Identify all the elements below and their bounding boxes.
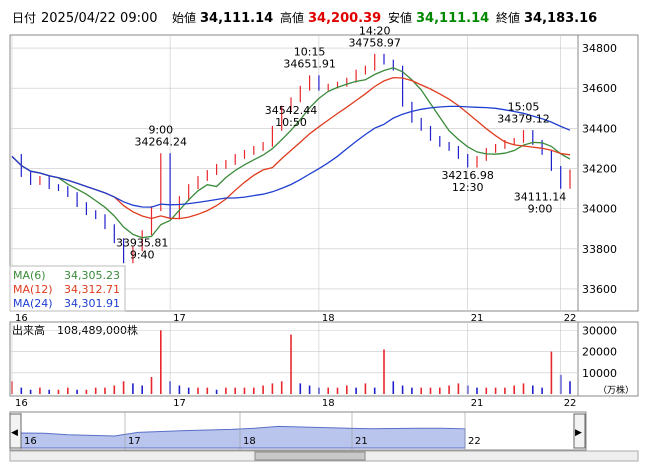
volume-unit: （万株） bbox=[598, 384, 634, 396]
low-value: 34,111.14 bbox=[416, 11, 489, 26]
annotation-label: 34758.97 bbox=[348, 36, 401, 49]
overview-day-label: 17 bbox=[128, 436, 141, 447]
open-label: 始値 bbox=[172, 10, 196, 25]
ma24-label: MA(24) bbox=[13, 297, 53, 310]
stock-chart-window: 日付 2025/04/22 09:00 始値 34,111.14 高値 34,2… bbox=[0, 0, 653, 470]
ma12-label: MA(12) bbox=[13, 283, 53, 296]
datetime-value: 2025/04/22 09:00 bbox=[41, 11, 158, 26]
right-arrow-icon: ▶ bbox=[575, 428, 582, 438]
ma6-label: MA(6) bbox=[13, 269, 46, 282]
volume-day-label: 17 bbox=[173, 398, 186, 409]
date-label: 日付 bbox=[12, 11, 36, 25]
y-tick-label: 34600 bbox=[582, 82, 617, 95]
volume-day-label: 16 bbox=[15, 398, 28, 409]
volume-tick-label: 20000 bbox=[582, 346, 617, 359]
volume-tick-label: 10000 bbox=[582, 367, 617, 380]
overview-day-label: 22 bbox=[468, 436, 481, 447]
y-tick-label: 34200 bbox=[582, 162, 617, 175]
volume-day-label: 21 bbox=[471, 398, 484, 409]
annotation-label: 34651.91 bbox=[283, 58, 336, 71]
y-tick-label: 33800 bbox=[582, 243, 617, 256]
left-arrow-icon: ◀ bbox=[11, 428, 18, 438]
chart-canvas: 日付 2025/04/22 09:00 始値 34,111.14 高値 34,2… bbox=[9, 10, 639, 462]
annotation-label: 12:30 bbox=[452, 181, 484, 194]
scrollbar-thumb[interactable] bbox=[254, 451, 366, 461]
y-tick-label: 34000 bbox=[582, 203, 617, 216]
high-label: 高値 bbox=[280, 10, 304, 25]
ohlc-header: 日付 2025/04/22 09:00 始値 34,111.14 高値 34,2… bbox=[12, 10, 597, 26]
overview-day-label: 18 bbox=[243, 436, 256, 447]
volume-label: 出来高 bbox=[12, 323, 45, 337]
overview-day-label: 16 bbox=[24, 436, 37, 447]
annotation-label: 10:50 bbox=[275, 116, 307, 129]
ma-legend: MA(6) 34,305.23 MA(12) 34,312.71 MA(24) … bbox=[9, 265, 126, 312]
volume-day-label: 22 bbox=[564, 398, 577, 409]
overview-day-label: 21 bbox=[355, 436, 368, 447]
y-tick-label: 34800 bbox=[582, 42, 617, 55]
volume-day-label: 18 bbox=[322, 398, 335, 409]
close-value: 34,183.16 bbox=[524, 11, 597, 26]
open-value: 34,111.14 bbox=[200, 11, 273, 26]
annotation-label: 34379.12 bbox=[497, 113, 550, 126]
ma24-value: 34,301.91 bbox=[64, 297, 120, 310]
y-tick-label: 34400 bbox=[582, 122, 617, 135]
annotation-label: 34264.24 bbox=[135, 136, 188, 149]
y-tick-label: 33600 bbox=[582, 283, 617, 296]
close-label: 終値 bbox=[496, 10, 520, 25]
volume-value: 108,489,000株 bbox=[57, 323, 138, 337]
ma6-value: 34,305.23 bbox=[64, 269, 120, 282]
annotation-label: 9:40 bbox=[130, 249, 155, 262]
volume-tick-label: 30000 bbox=[582, 324, 617, 337]
ma12-value: 34,312.71 bbox=[64, 283, 120, 296]
annotation-label: 9:00 bbox=[528, 202, 553, 215]
low-label: 安値 bbox=[388, 10, 412, 25]
